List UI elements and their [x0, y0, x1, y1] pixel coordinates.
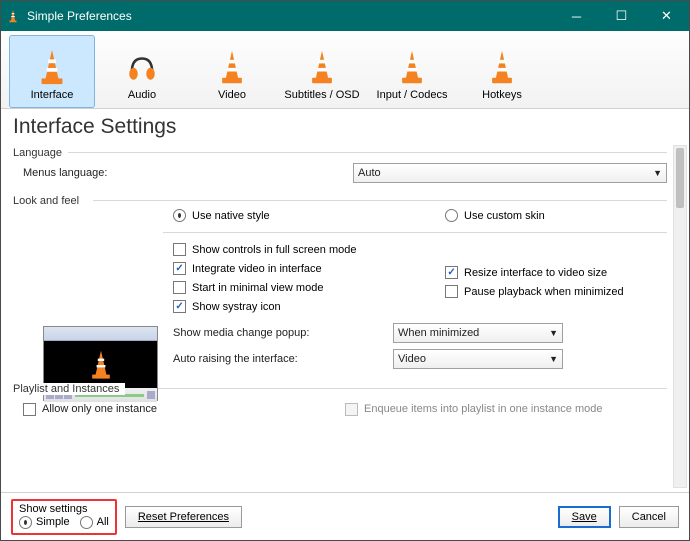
- show-settings-label: Show settings: [19, 503, 109, 515]
- show-settings-simple-radio[interactable]: Simple: [19, 516, 70, 529]
- cone-icon: [216, 47, 248, 87]
- settings-scroll-area: Language Menus language: Auto ▼ Look and…: [1, 141, 689, 492]
- tab-label: Video: [218, 89, 246, 101]
- show-controls-checkbox[interactable]: Show controls in full screen mode: [173, 243, 395, 256]
- minimize-button[interactable]: ─: [554, 1, 599, 31]
- tab-interface[interactable]: Interface: [9, 35, 95, 108]
- cone-icon: [486, 47, 518, 87]
- group-language: Language Menus language: Auto ▼: [13, 145, 667, 185]
- tab-hotkeys[interactable]: Hotkeys: [459, 35, 545, 108]
- enqueue-checkbox: Enqueue items into playlist in one insta…: [345, 403, 667, 416]
- page-title: Interface Settings: [1, 109, 689, 141]
- checkbox-icon: [173, 262, 186, 275]
- tab-video[interactable]: Video: [189, 35, 275, 108]
- app-icon: [1, 9, 25, 23]
- checkbox-icon: [445, 266, 458, 279]
- resize-interface-checkbox[interactable]: Resize interface to video size: [445, 266, 667, 279]
- media-popup-label: Show media change popup:: [163, 327, 393, 339]
- checkbox-icon: [445, 285, 458, 298]
- show-settings-group: Show settings Simple All: [11, 499, 117, 535]
- native-style-radio[interactable]: Use native style: [173, 209, 395, 222]
- group-look-and-feel: Look and feel Use native style Use custo…: [13, 193, 667, 371]
- titlebar: Simple Preferences ─ ☐ ✕: [1, 1, 689, 31]
- vertical-scrollbar[interactable]: [673, 145, 687, 488]
- maximize-button[interactable]: ☐: [599, 1, 644, 31]
- reset-preferences-button[interactable]: Reset Preferences: [125, 506, 242, 528]
- auto-raise-select[interactable]: Video ▼: [393, 349, 563, 369]
- pause-minimized-checkbox[interactable]: Pause playback when minimized: [445, 285, 667, 298]
- tab-label: Subtitles / OSD: [284, 89, 359, 101]
- window-title: Simple Preferences: [25, 9, 554, 23]
- radio-icon: [19, 516, 32, 529]
- tab-label: Hotkeys: [482, 89, 522, 101]
- radio-icon: [173, 209, 186, 222]
- tab-label: Input / Codecs: [377, 89, 448, 101]
- footer: Show settings Simple All Reset Preferenc…: [1, 492, 689, 540]
- tab-label: Interface: [31, 89, 74, 101]
- cone-icon: [396, 47, 428, 87]
- category-tabs: Interface Audio Video Subtitles / OSD In…: [1, 31, 689, 109]
- media-popup-select[interactable]: When minimized ▼: [393, 323, 563, 343]
- checkbox-icon: [345, 403, 358, 416]
- tab-subtitles[interactable]: Subtitles / OSD: [279, 35, 365, 108]
- checkbox-icon: [173, 300, 186, 313]
- radio-icon: [445, 209, 458, 222]
- group-label: Look and feel: [13, 195, 85, 207]
- cone-icon: [306, 47, 338, 87]
- menus-language-select[interactable]: Auto ▼: [353, 163, 667, 183]
- tab-audio[interactable]: Audio: [99, 35, 185, 108]
- checkbox-icon: [173, 281, 186, 294]
- auto-raise-label: Auto raising the interface:: [163, 353, 393, 365]
- group-label: Language: [13, 147, 68, 159]
- tab-label: Audio: [128, 89, 156, 101]
- checkbox-icon: [23, 403, 36, 416]
- menus-language-label: Menus language:: [13, 167, 173, 179]
- tab-input-codecs[interactable]: Input / Codecs: [369, 35, 455, 108]
- checkbox-icon: [173, 243, 186, 256]
- show-settings-all-radio[interactable]: All: [80, 516, 109, 529]
- close-button[interactable]: ✕: [644, 1, 689, 31]
- cone-icon: [34, 47, 70, 87]
- group-label: Playlist and Instances: [13, 383, 125, 395]
- systray-checkbox[interactable]: Show systray icon: [173, 300, 395, 313]
- minimal-view-checkbox[interactable]: Start in minimal view mode: [173, 281, 395, 294]
- radio-icon: [80, 516, 93, 529]
- integrate-video-checkbox[interactable]: Integrate video in interface: [173, 262, 395, 275]
- chevron-down-icon: ▼: [549, 328, 558, 338]
- custom-skin-radio[interactable]: Use custom skin: [445, 209, 667, 222]
- scrollbar-thumb[interactable]: [676, 148, 684, 208]
- cancel-button[interactable]: Cancel: [619, 506, 679, 528]
- save-button[interactable]: Save: [558, 506, 611, 528]
- chevron-down-icon: ▼: [653, 168, 662, 178]
- one-instance-checkbox[interactable]: Allow only one instance: [13, 403, 345, 416]
- headphones-icon: [125, 47, 159, 87]
- chevron-down-icon: ▼: [549, 354, 558, 364]
